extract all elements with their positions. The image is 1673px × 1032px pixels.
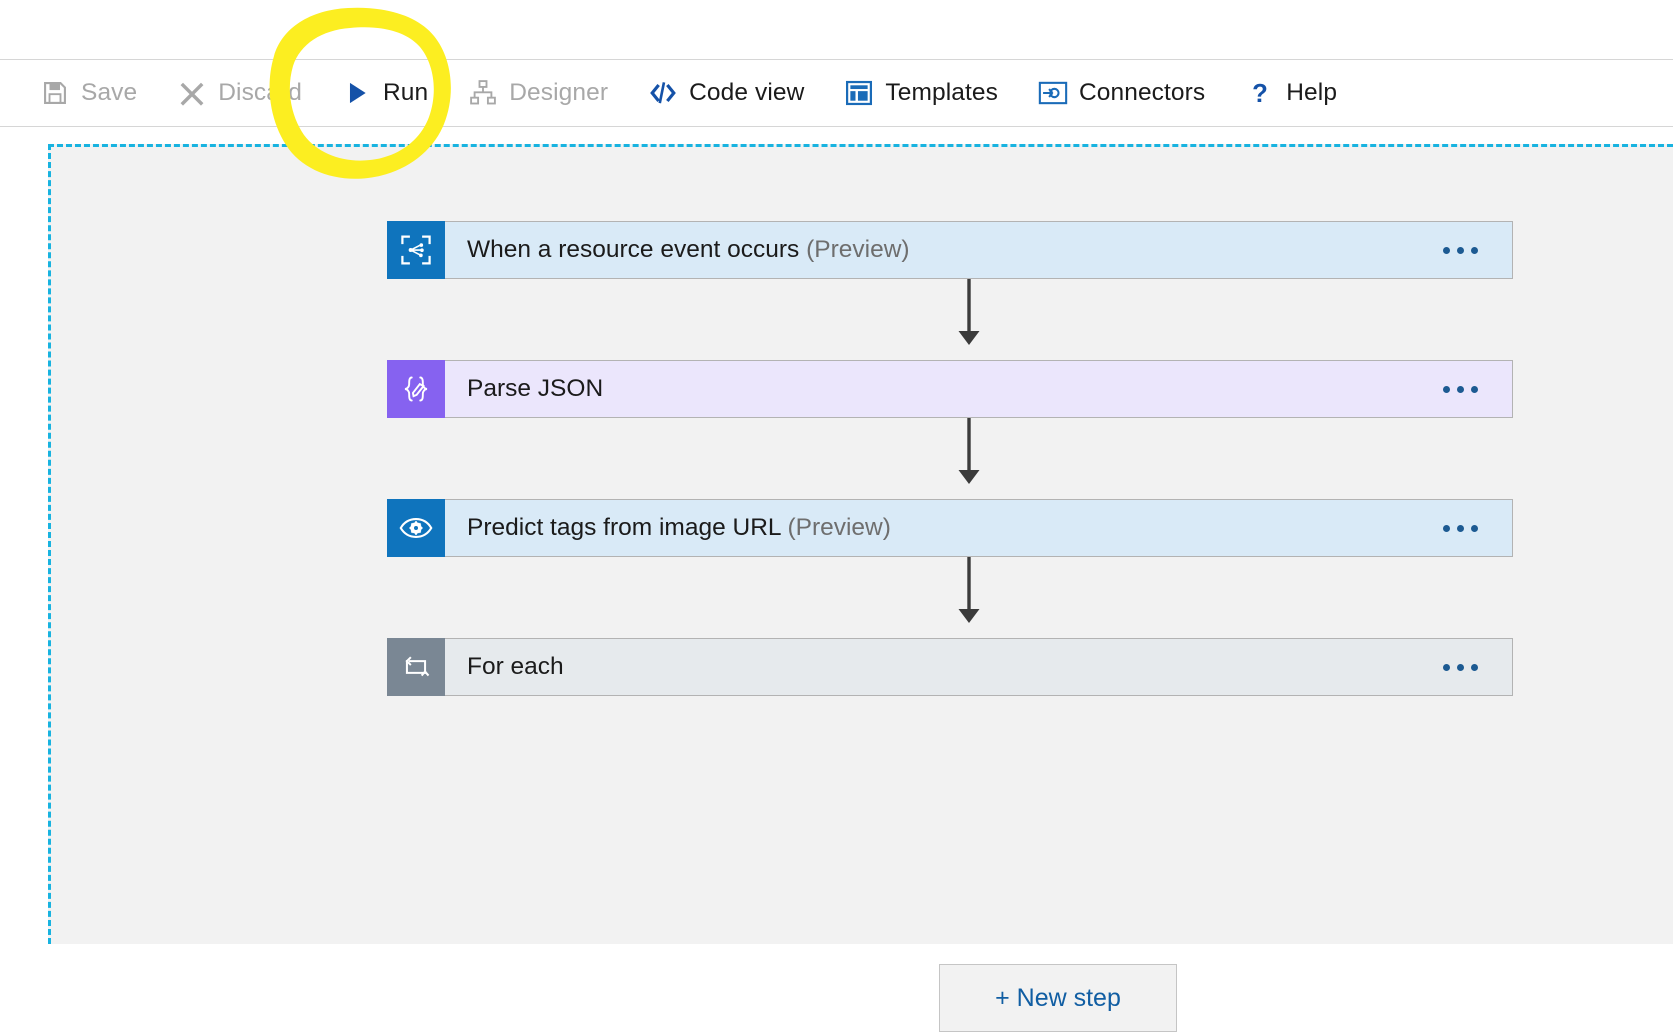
computer-vision-eye-icon: [387, 499, 445, 557]
workflow-step-card[interactable]: Parse JSON: [387, 360, 1513, 418]
preview-badge: (Preview): [806, 236, 910, 263]
connector-arrow: [949, 557, 989, 627]
card-body: For each: [445, 639, 1512, 695]
save-icon: [40, 78, 70, 108]
step-title: For each: [467, 653, 564, 680]
connectors-label: Connectors: [1078, 79, 1206, 106]
close-x-icon: [177, 78, 207, 108]
save-button[interactable]: Save: [40, 60, 137, 126]
loop-for-each-icon: [387, 638, 445, 696]
run-button[interactable]: Run: [342, 60, 428, 126]
code-view-button[interactable]: Code view: [648, 60, 804, 126]
designer-surface[interactable]: When a resource event occurs (Preview) P: [48, 144, 1673, 1032]
workflow-step-card[interactable]: When a resource event occurs (Preview): [387, 221, 1513, 279]
templates-icon: [844, 78, 874, 108]
help-label: Help: [1286, 79, 1338, 106]
question-mark-icon: ?: [1245, 78, 1275, 108]
templates-button[interactable]: Templates: [844, 60, 998, 126]
code-view-label: Code view: [689, 79, 805, 106]
workflow-step-card[interactable]: For each: [387, 638, 1513, 696]
step-title: Parse JSON: [467, 375, 604, 402]
card-overflow-menu-button[interactable]: [1439, 515, 1482, 542]
help-button[interactable]: ? Help: [1245, 60, 1337, 126]
discard-button[interactable]: Discard: [177, 60, 302, 126]
new-step-label: + New step: [995, 983, 1121, 1012]
card-overflow-menu-button[interactable]: [1439, 376, 1482, 403]
sitemap-icon: [468, 78, 498, 108]
card-body: Parse JSON: [445, 361, 1512, 417]
connector-arrow: [949, 418, 989, 488]
connectors-icon: [1038, 78, 1068, 108]
save-label: Save: [81, 79, 138, 106]
card-body: Predict tags from image URL (Preview): [445, 500, 1512, 556]
preview-badge: (Preview): [787, 514, 891, 541]
card-overflow-menu-button[interactable]: [1439, 237, 1482, 264]
svg-text:?: ?: [1252, 80, 1268, 107]
event-grid-icon: [387, 221, 445, 279]
command-toolbar: Save Discard Run Designer Code view Temp…: [0, 59, 1673, 127]
new-step-button[interactable]: + New step: [939, 964, 1177, 1032]
step-title: Predict tags from image URL (Preview): [467, 514, 891, 541]
code-brackets-icon: [648, 78, 678, 108]
connector-arrow: [949, 279, 989, 349]
discard-label: Discard: [218, 79, 302, 106]
play-run-icon: [342, 78, 372, 108]
connectors-button[interactable]: Connectors: [1038, 60, 1205, 126]
workflow-designer-canvas: When a resource event occurs (Preview) P: [0, 128, 1673, 1032]
workflow-step-card[interactable]: Predict tags from image URL (Preview): [387, 499, 1513, 557]
card-overflow-menu-button[interactable]: [1439, 654, 1482, 681]
designer-label: Designer: [509, 79, 609, 106]
designer-button[interactable]: Designer: [468, 60, 608, 126]
step-title: When a resource event occurs (Preview): [467, 236, 910, 263]
card-body: When a resource event occurs (Preview): [445, 222, 1512, 278]
templates-label: Templates: [885, 79, 998, 106]
parse-json-braces-icon: [387, 360, 445, 418]
run-label: Run: [383, 79, 429, 106]
